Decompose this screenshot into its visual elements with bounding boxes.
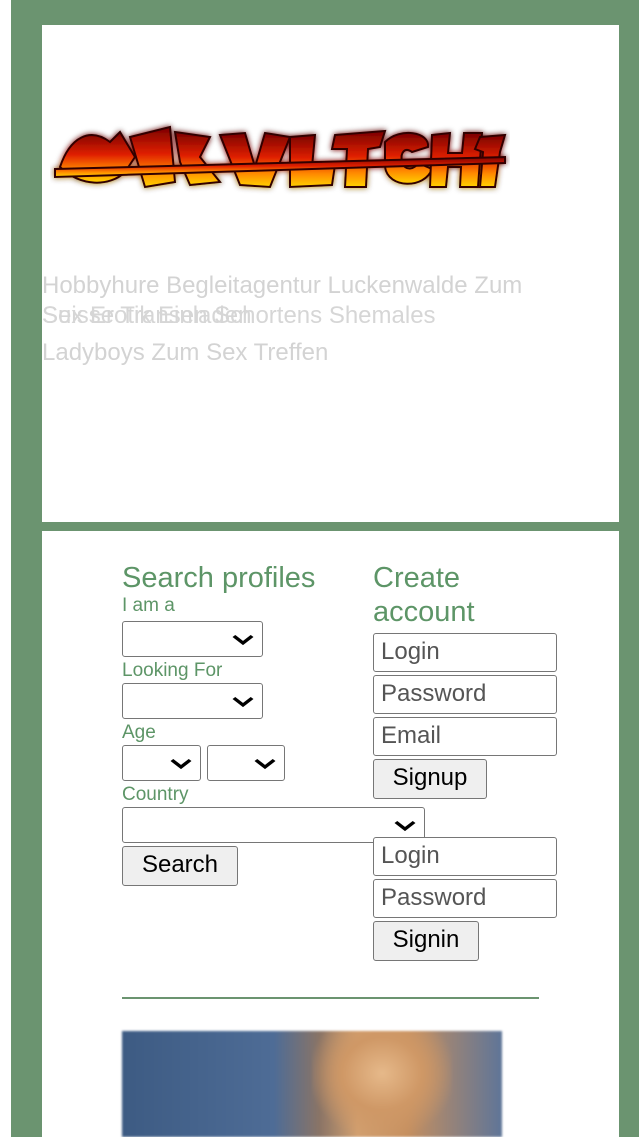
forms-panel: Search profiles I am a Looking For Age C… bbox=[42, 531, 619, 1137]
headline-text: Hobbyhure Begleitagentur Luckenwalde Zum… bbox=[42, 269, 619, 369]
headline-line1[interactable]: Hobbyhure Begleitagentur Luckenwalde Zum bbox=[42, 269, 619, 302]
search-profiles-form: Search profiles I am a bbox=[122, 561, 362, 616]
section-divider bbox=[122, 997, 539, 999]
signup-password-input[interactable]: Password bbox=[373, 675, 557, 714]
chevron-down-icon bbox=[231, 628, 254, 650]
profile-photo[interactable] bbox=[122, 1031, 502, 1137]
left-edge-strip bbox=[0, 0, 11, 1137]
chevron-down-icon bbox=[253, 752, 276, 774]
signup-login-input[interactable]: Login bbox=[373, 633, 557, 672]
signin-button[interactable]: Signin bbox=[373, 921, 479, 961]
chevron-down-icon bbox=[231, 690, 254, 712]
age-max-select[interactable] bbox=[207, 745, 285, 781]
headline-line3[interactable]: Ladyboys Zum Sex Treffen bbox=[42, 336, 619, 369]
site-logo[interactable] bbox=[50, 97, 510, 217]
signup-email-input[interactable]: Email bbox=[373, 717, 557, 756]
signup-button[interactable]: Signup bbox=[373, 759, 487, 799]
create-account-title-line2: account bbox=[373, 596, 475, 628]
looking-for-select[interactable] bbox=[122, 683, 263, 719]
chevron-down-icon bbox=[393, 814, 416, 836]
search-button[interactable]: Search bbox=[122, 846, 238, 886]
i-am-select[interactable] bbox=[122, 621, 263, 657]
i-am-label: I am a bbox=[122, 595, 175, 616]
create-account-title-line1: Create bbox=[373, 562, 461, 594]
country-label: Country bbox=[122, 784, 189, 805]
header-panel: Hobbyhure Begleitagentur Luckenwalde Zum… bbox=[42, 25, 619, 522]
signin-login-input[interactable]: Login bbox=[373, 837, 557, 876]
looking-for-label: Looking For bbox=[122, 660, 223, 681]
search-title: Search profiles bbox=[122, 562, 316, 594]
chevron-down-icon bbox=[169, 752, 192, 774]
headline-line2[interactable]: Suisse Transen Schortens Shemales bbox=[42, 299, 436, 332]
age-label: Age bbox=[122, 722, 156, 743]
signin-password-input[interactable]: Password bbox=[373, 879, 557, 918]
age-min-select[interactable] bbox=[122, 745, 201, 781]
